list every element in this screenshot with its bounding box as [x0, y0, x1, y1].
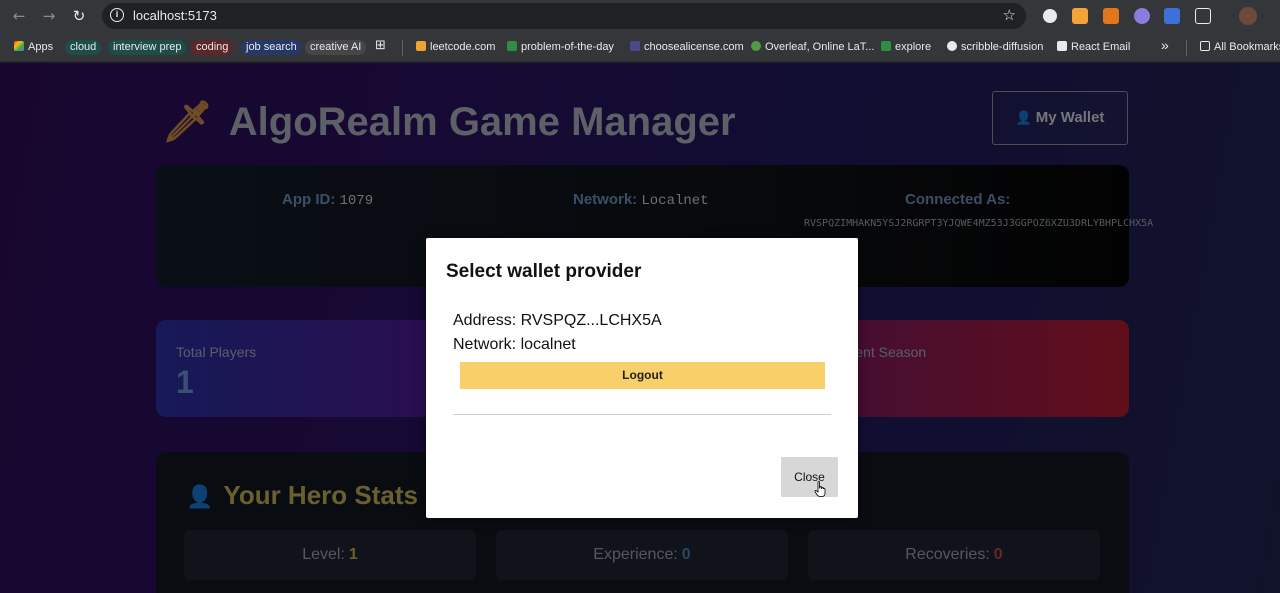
tab-groups-icon[interactable]: ⊞: [375, 38, 386, 54]
bookmark-label: Apps: [28, 41, 54, 53]
apps-grid-icon: [14, 41, 24, 51]
wallet-address: Address: RVSPQZ...LCHX5A: [453, 312, 662, 329]
bookmark-label: problem-of-the-day: [521, 41, 614, 53]
close-button[interactable]: Close: [781, 457, 838, 497]
bookmark-problem-of-the-day[interactable]: problem-of-the-day: [507, 39, 614, 55]
address-bar[interactable]: i localhost:5173 ☆: [102, 3, 1026, 29]
bookmarks-bar: Apps cloud interview prep coding job sea…: [0, 32, 1280, 62]
question-icon: [630, 41, 640, 51]
address-bar-url[interactable]: localhost:5173: [133, 8, 217, 23]
extensions-puzzle-icon[interactable]: [1195, 8, 1211, 24]
bookmark-label: leetcode.com: [430, 41, 496, 53]
gfg-icon: [507, 41, 517, 51]
bookmark-label: All Bookmarks: [1214, 41, 1280, 53]
extension-ghost-icon[interactable]: [1134, 8, 1150, 24]
bookmark-label: React Email: [1071, 41, 1131, 53]
bookmark-choosealicense[interactable]: choosealicense.com: [630, 39, 744, 55]
profile-avatar[interactable]: [1239, 7, 1257, 25]
overleaf-icon: [751, 41, 761, 51]
logout-button[interactable]: Logout: [460, 362, 825, 389]
bookmark-star-icon[interactable]: ☆: [1003, 6, 1016, 24]
modal-title: Select wallet provider: [446, 261, 642, 282]
metamask-fox-icon[interactable]: [1103, 8, 1119, 24]
bookmark-all-bookmarks[interactable]: All Bookmarks: [1200, 39, 1280, 55]
bookmark-label: scribble-diffusion: [961, 41, 1044, 53]
bookmark-group-cloud[interactable]: cloud: [65, 40, 102, 55]
bookmarks-divider: [1186, 40, 1187, 56]
wallet-provider-modal: Select wallet provider Address: RVSPQZ..…: [426, 238, 858, 518]
bookmark-scribble-diffusion[interactable]: scribble-diffusion: [947, 39, 1043, 55]
bookmarks-divider: [402, 40, 403, 56]
back-icon[interactable]: ←: [9, 6, 29, 26]
bookmark-explore[interactable]: explore: [881, 39, 931, 55]
bookmark-overleaf[interactable]: Overleaf, Online LaT...: [751, 39, 874, 55]
gfg-icon: [881, 41, 891, 51]
bookmark-group-interview-prep[interactable]: interview prep: [108, 40, 187, 55]
triangle-icon: [947, 41, 957, 51]
bookmark-label: choosealicense.com: [644, 41, 744, 53]
reload-icon[interactable]: ↻: [69, 6, 89, 26]
hand-cursor-icon: [814, 481, 826, 497]
leetcode-icon: [416, 41, 426, 51]
extension-lh-icon[interactable]: [1072, 8, 1088, 24]
bookmark-group-coding[interactable]: coding: [191, 40, 234, 55]
folder-icon: [1200, 41, 1210, 51]
bookmark-leetcode[interactable]: leetcode.com: [416, 39, 495, 55]
forward-icon[interactable]: →: [39, 6, 59, 26]
bookmark-label: explore: [895, 41, 932, 53]
react-email-icon: [1057, 41, 1067, 51]
bookmark-react-email[interactable]: React Email: [1057, 39, 1130, 55]
bookmark-group-creative-ai[interactable]: creative AI: [305, 40, 367, 55]
site-info-icon[interactable]: i: [110, 8, 124, 22]
bookmark-group-job-search[interactable]: job search: [241, 40, 302, 55]
extension-cube-icon[interactable]: [1164, 8, 1180, 24]
browser-toolbar: ← → ↻ i localhost:5173 ☆: [0, 0, 1280, 32]
wallet-network: Network: localnet: [453, 336, 576, 353]
bookmarks-overflow-icon[interactable]: »: [1161, 37, 1169, 53]
bookmark-label: Overleaf, Online LaT...: [765, 41, 875, 53]
extension-circle-icon[interactable]: [1043, 9, 1057, 23]
modal-divider: [453, 414, 831, 415]
bookmark-apps[interactable]: Apps: [14, 39, 53, 55]
